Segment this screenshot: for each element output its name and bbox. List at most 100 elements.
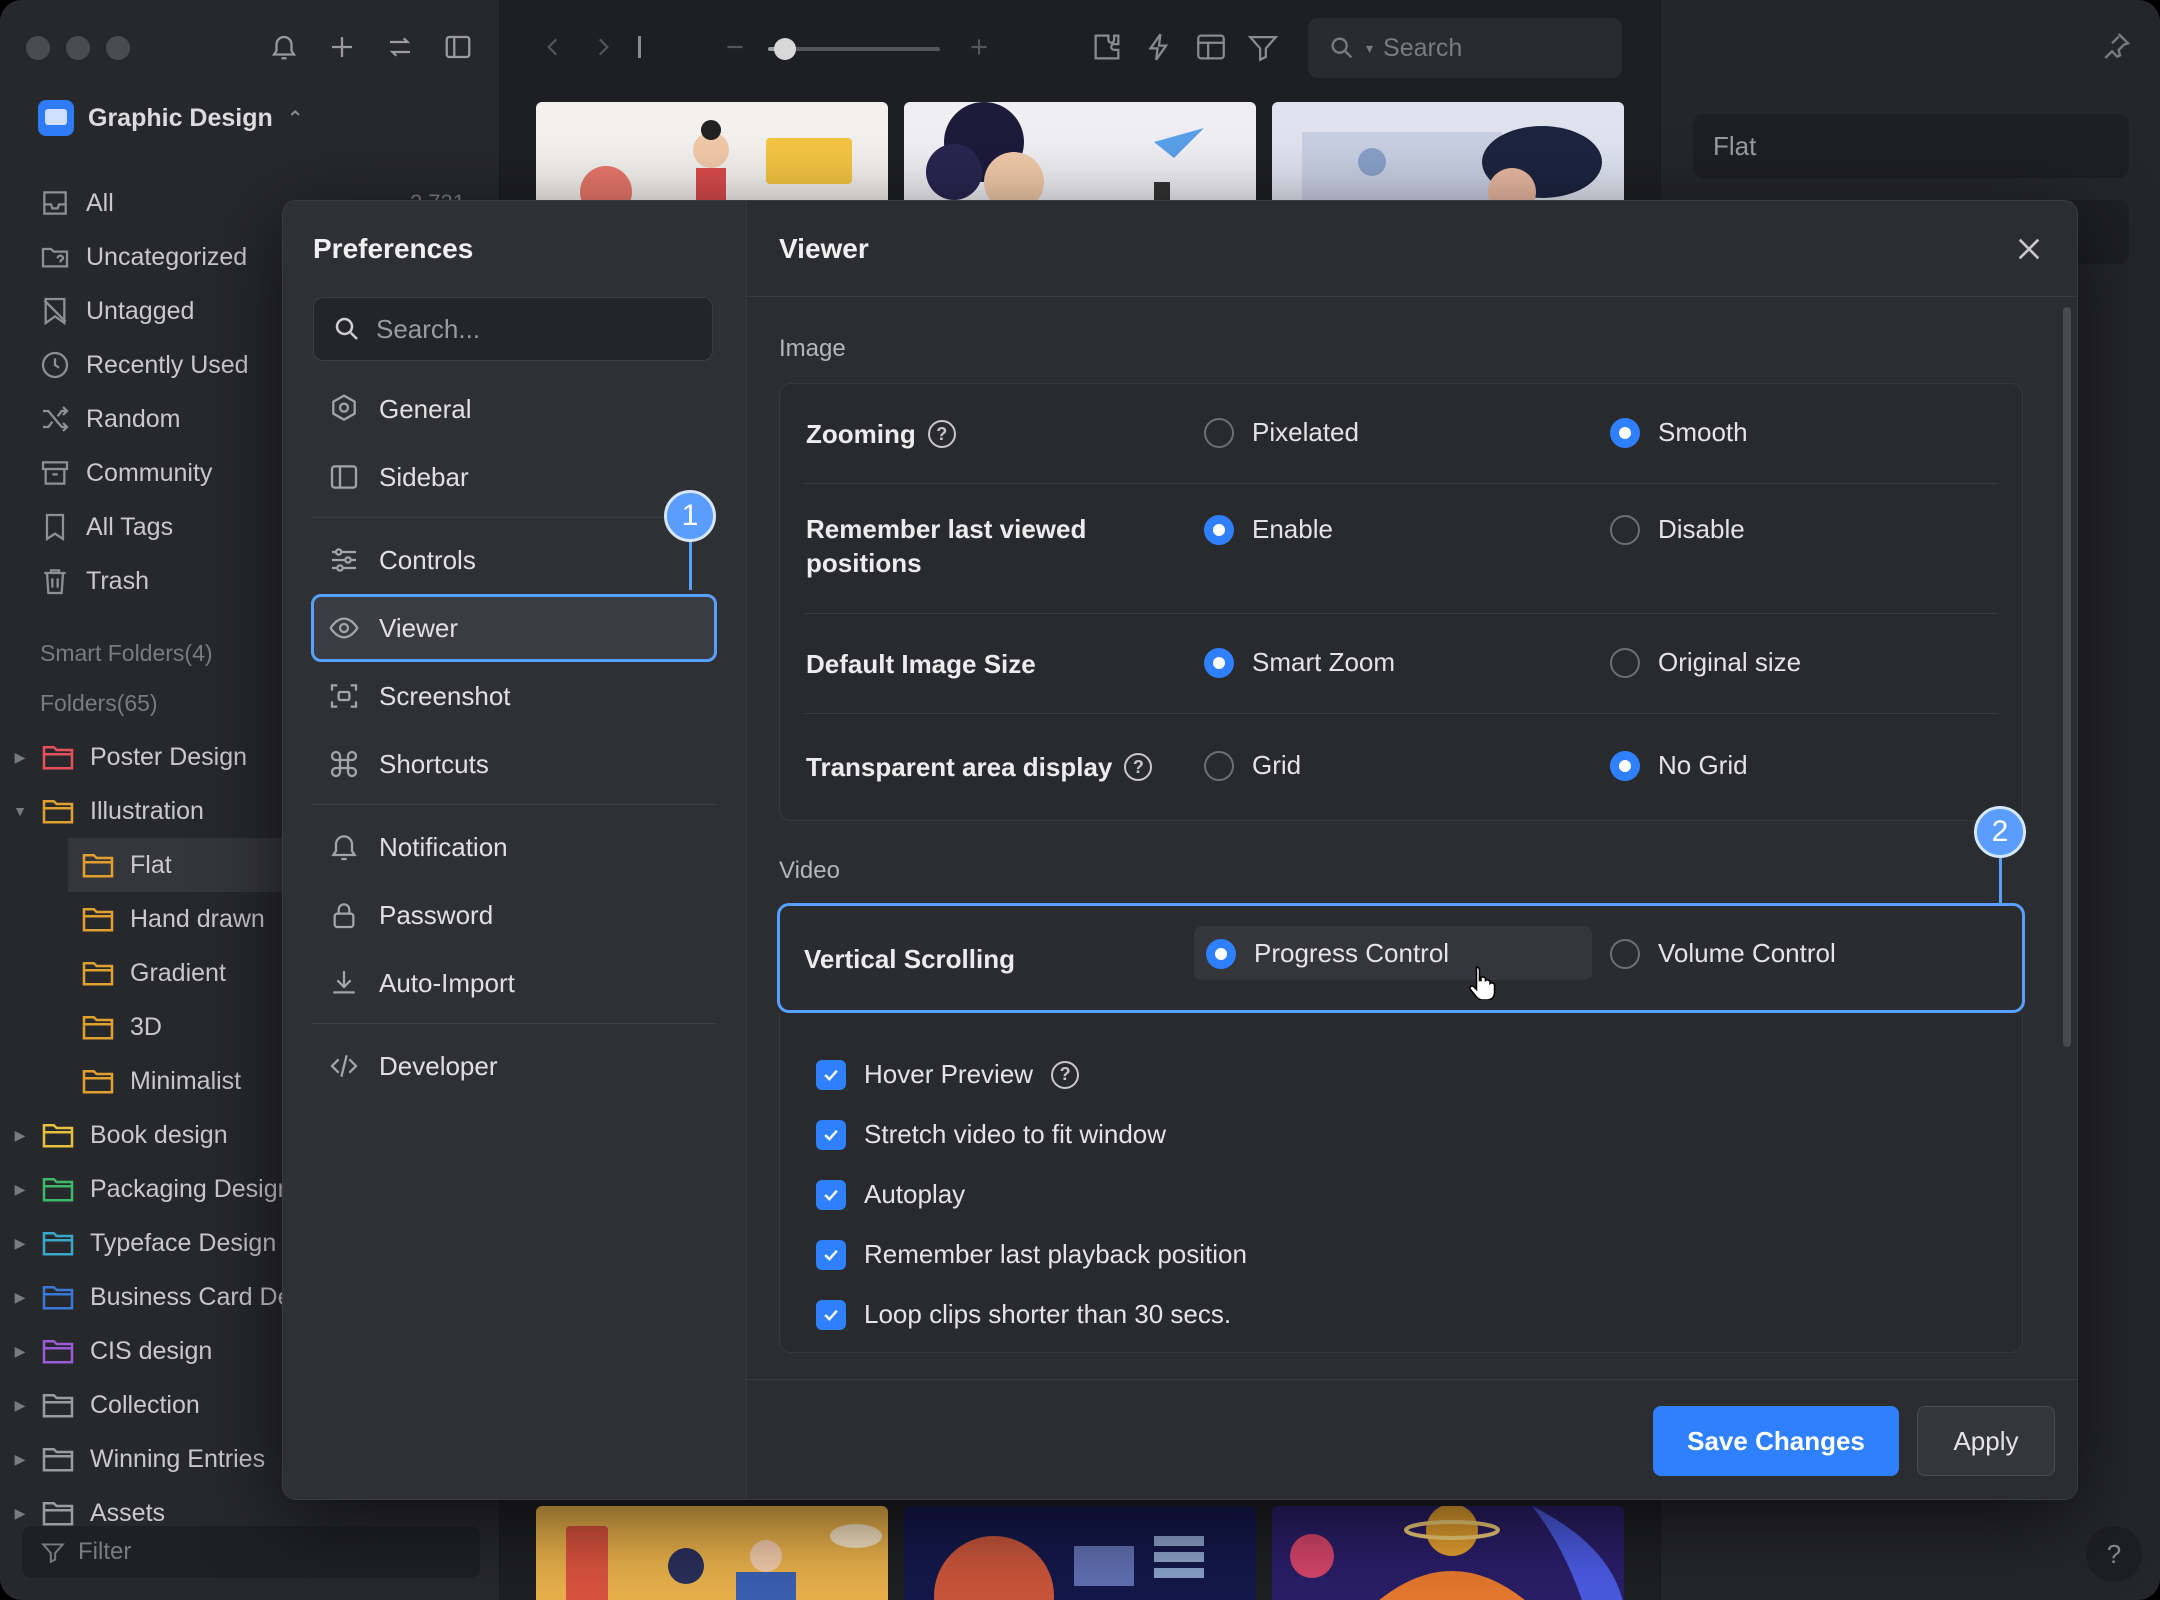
inspector-name-field[interactable]: Flat — [1693, 114, 2129, 178]
chevron-right-icon[interactable]: ▶ — [0, 1451, 40, 1468]
radio-button[interactable] — [1610, 514, 1640, 545]
vertical-scrolling-row: Vertical Scrolling Progress Control Volu… — [777, 903, 2025, 1013]
radio-button[interactable] — [1610, 938, 1640, 969]
layout-icon[interactable] — [1194, 30, 1228, 64]
checkbox-option[interactable]: Loop clips shorter than 30 secs. — [816, 1299, 1231, 1330]
thumbnail[interactable] — [1272, 1506, 1624, 1600]
help-button[interactable]: ? — [2086, 1526, 2142, 1582]
radio-option[interactable]: Enable — [1204, 514, 1333, 545]
swap-icon[interactable] — [384, 28, 416, 66]
sidebar-item-label: Untagged — [86, 296, 195, 325]
chevron-right-icon[interactable]: ▶ — [0, 1289, 40, 1306]
radio-option[interactable]: Smart Zoom — [1204, 647, 1395, 678]
radio-option[interactable]: Pixelated — [1204, 417, 1359, 448]
thumbnail[interactable] — [904, 102, 1256, 212]
slider-knob[interactable] — [774, 38, 797, 60]
radio-button[interactable] — [1204, 514, 1234, 545]
close-window-button[interactable] — [26, 36, 50, 60]
minimize-window-button[interactable] — [66, 36, 90, 60]
chevron-right-icon[interactable]: ▶ — [0, 1181, 40, 1198]
toolbar-divider — [638, 36, 641, 58]
pref-nav-screenshot[interactable]: Screenshot — [311, 662, 717, 730]
volume-control-radio[interactable]: Volume Control — [1610, 938, 1836, 969]
pref-nav-password[interactable]: Password — [311, 881, 717, 949]
help-icon[interactable]: ? — [1051, 1060, 1080, 1089]
radio-button[interactable] — [1204, 750, 1234, 781]
checkbox[interactable] — [816, 1299, 846, 1330]
pref-nav-general[interactable]: General — [311, 375, 717, 443]
funnel-icon[interactable] — [1246, 30, 1280, 64]
sidebar-toggle-icon[interactable] — [442, 28, 474, 66]
progress-control-radio[interactable]: Progress Control — [1206, 938, 1449, 969]
radio-button[interactable] — [1206, 938, 1236, 969]
radio-option[interactable]: Disable — [1610, 514, 1745, 545]
filter-input[interactable]: Filter — [22, 1526, 480, 1578]
folder-icon — [40, 1229, 76, 1257]
zoom-in-icon[interactable] — [966, 32, 992, 62]
top-search-input[interactable]: ▾ Search — [1308, 18, 1622, 78]
checkbox[interactable] — [816, 1239, 846, 1270]
checkbox-option[interactable]: Autoplay — [816, 1179, 965, 1210]
preferences-search-input[interactable]: Search... — [313, 297, 713, 361]
close-icon[interactable] — [2011, 231, 2047, 267]
apply-button[interactable]: Apply — [1917, 1406, 2055, 1476]
thumbnail[interactable] — [1272, 102, 1624, 212]
radio-button[interactable] — [1610, 750, 1640, 781]
clock-icon — [38, 348, 72, 382]
radio-button[interactable] — [1610, 647, 1640, 678]
radio-option[interactable]: No Grid — [1610, 750, 1748, 781]
plus-icon[interactable] — [326, 28, 358, 66]
chevron-right-icon[interactable]: ▶ — [0, 1505, 40, 1522]
folder-icon — [40, 743, 76, 771]
radio-button[interactable] — [1610, 417, 1640, 448]
radio-option[interactable]: Smooth — [1610, 417, 1748, 448]
pref-nav-label: Auto-Import — [379, 967, 515, 998]
pref-nav-shortcuts[interactable]: Shortcuts — [311, 730, 717, 798]
panel-scrollbar[interactable] — [2063, 307, 2071, 1047]
chevron-right-icon[interactable]: ▶ — [0, 1343, 40, 1360]
pref-nav-notification[interactable]: Notification — [311, 813, 717, 881]
zoom-out-icon[interactable] — [722, 32, 748, 62]
chevron-right-icon[interactable]: ▶ — [0, 1235, 40, 1252]
library-icon — [38, 100, 74, 136]
preferences-sidebar: Preferences Search... General Sidebar Cont… — [283, 201, 747, 1499]
pref-nav-viewer[interactable]: Viewer — [311, 594, 717, 662]
folders-header[interactable]: Folders(65) — [40, 690, 158, 717]
pref-nav-sidebar[interactable]: Sidebar — [311, 443, 717, 511]
checkbox[interactable] — [816, 1059, 846, 1090]
checkbox-option[interactable]: Hover Preview? — [816, 1059, 1080, 1090]
forward-icon[interactable] — [590, 32, 616, 62]
checkbox-option[interactable]: Remember last playback position — [816, 1239, 1247, 1270]
zoom-window-button[interactable] — [106, 36, 130, 60]
smart-folders-header[interactable]: Smart Folders(4) — [40, 640, 213, 667]
bell-icon[interactable] — [268, 28, 300, 66]
thumbnail[interactable] — [536, 1506, 888, 1600]
save-changes-button[interactable]: Save Changes — [1653, 1406, 1899, 1476]
chevron-right-icon[interactable]: ▶ — [0, 749, 40, 766]
sidebar-toolbar — [268, 28, 474, 66]
thumbnail[interactable] — [536, 102, 888, 212]
pref-nav-developer[interactable]: Developer — [311, 1032, 717, 1100]
radio-button[interactable] — [1204, 647, 1234, 678]
library-switcher[interactable]: Graphic Design ⌃ — [38, 100, 304, 136]
bolt-icon[interactable] — [1142, 30, 1176, 64]
checkbox[interactable] — [816, 1179, 846, 1210]
radio-option[interactable]: Original size — [1610, 647, 1801, 678]
help-icon[interactable]: ? — [927, 420, 956, 448]
chevron-right-icon[interactable]: ▶ — [0, 1127, 40, 1144]
pin-icon[interactable] — [2100, 30, 2132, 62]
chevron-right-icon[interactable]: ▶ — [0, 1397, 40, 1414]
checkbox-option[interactable]: Stretch video to fit window — [816, 1119, 1166, 1150]
inbox-icon — [38, 186, 72, 220]
help-icon[interactable]: ? — [1124, 753, 1153, 781]
thumbnail-size-slider[interactable] — [768, 38, 940, 60]
chevron-down-icon[interactable]: ▼ — [0, 803, 40, 819]
thumbnail[interactable] — [904, 1506, 1256, 1600]
pref-nav-auto-import[interactable]: Auto-Import — [311, 949, 717, 1017]
pref-nav-controls[interactable]: Controls — [311, 526, 717, 594]
radio-button[interactable] — [1204, 417, 1234, 448]
radio-option[interactable]: Grid — [1204, 750, 1301, 781]
extension-icon[interactable] — [1090, 30, 1124, 64]
back-icon[interactable] — [540, 32, 566, 62]
checkbox[interactable] — [816, 1119, 846, 1150]
